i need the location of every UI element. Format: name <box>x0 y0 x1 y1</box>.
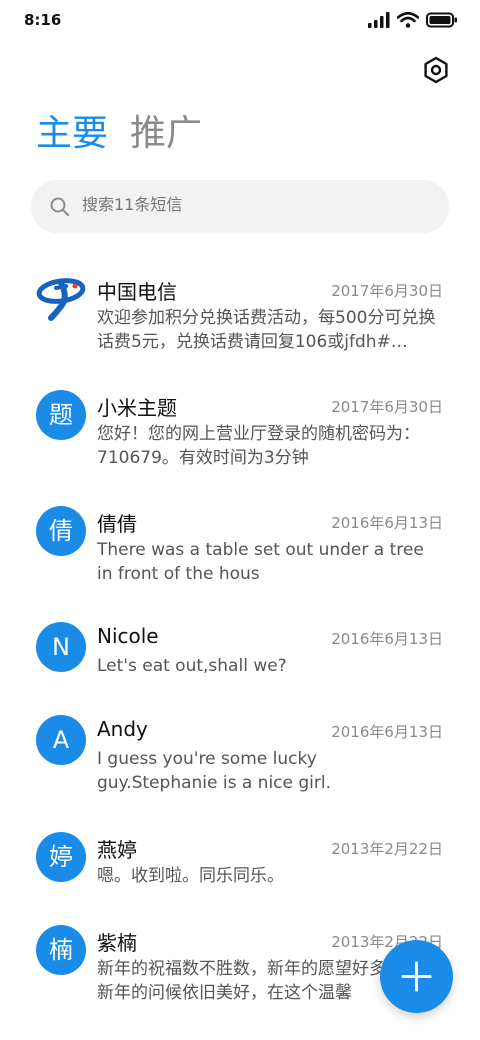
contact-name: Nicole <box>97 624 159 648</box>
search-icon <box>50 197 70 217</box>
avatar: 楠 <box>36 925 86 975</box>
conversation-item[interactable]: 题 小米主题 2017年6月30日 您好！您的网上营业厅登录的随机密码为：710… <box>0 382 480 482</box>
status-bar: 8:16 <box>0 0 480 40</box>
avatar: N <box>36 622 86 672</box>
avatar: A <box>36 715 86 765</box>
signal-icon <box>368 12 390 28</box>
message-preview: Let's eat out,shall we? <box>97 656 287 676</box>
avatar: 倩 <box>36 506 86 556</box>
settings-hexagon-icon <box>424 56 448 84</box>
conversation-item[interactable]: 倩 倩倩 2016年6月13日 There was a table set ou… <box>0 498 480 598</box>
plus-icon <box>401 961 432 992</box>
message-preview: There was a table set out under a tree i… <box>97 540 424 584</box>
message-date: 2017年6月30日 <box>331 398 443 416</box>
message-date: 2016年6月13日 <box>331 723 443 741</box>
tab-promotions[interactable]: 推广 <box>130 110 202 158</box>
search-input[interactable] <box>82 195 422 214</box>
conversation-item[interactable]: N Nicole 2016年6月13日 Let's eat out,shall … <box>0 614 480 694</box>
avatar: 婷 <box>36 832 86 882</box>
wifi-icon <box>397 12 419 28</box>
conversation-item[interactable]: 婷 燕婷 2013年2月22日 嗯。收到啦。同乐同乐。 <box>0 824 480 904</box>
status-time: 8:16 <box>24 11 62 29</box>
contact-name: 中国电信 <box>97 280 177 304</box>
tabs: 主要 推广 <box>36 110 202 158</box>
message-date: 2016年6月13日 <box>331 630 443 648</box>
message-preview: 欢迎参加积分兑换话费活动，每500分可兑换话费5元，兑换话费请回复106或jfd… <box>97 308 436 352</box>
message-date: 2013年2月22日 <box>331 840 443 858</box>
settings-button[interactable] <box>422 56 450 84</box>
new-message-button[interactable] <box>380 940 453 1013</box>
message-preview: I guess you're some lucky guy.Stephanie … <box>97 749 332 793</box>
contact-name: 小米主题 <box>97 396 177 420</box>
avatar: 题 <box>36 390 86 440</box>
china-telecom-logo-icon <box>36 272 86 322</box>
contact-name: 倩倩 <box>97 512 137 536</box>
status-icons <box>368 12 458 28</box>
contact-name: 紫楠 <box>97 931 137 955</box>
message-date: 2016年6月13日 <box>331 514 443 532</box>
contact-name: Andy <box>97 717 148 741</box>
battery-icon <box>426 12 457 28</box>
contact-name: 燕婷 <box>97 838 137 862</box>
message-preview: 嗯。收到啦。同乐同乐。 <box>97 866 284 886</box>
message-date: 2017年6月30日 <box>331 282 443 300</box>
tab-main[interactable]: 主要 <box>36 110 108 158</box>
conversation-item[interactable]: 中国电信 2017年6月30日 欢迎参加积分兑换话费活动，每500分可兑换话费5… <box>0 266 480 366</box>
message-preview: 您好！您的网上营业厅登录的随机密码为：710679。有效时间为3分钟 <box>97 424 420 468</box>
search-bar[interactable] <box>31 180 449 233</box>
conversation-item[interactable]: A Andy 2016年6月13日 I guess you're some lu… <box>0 707 480 807</box>
